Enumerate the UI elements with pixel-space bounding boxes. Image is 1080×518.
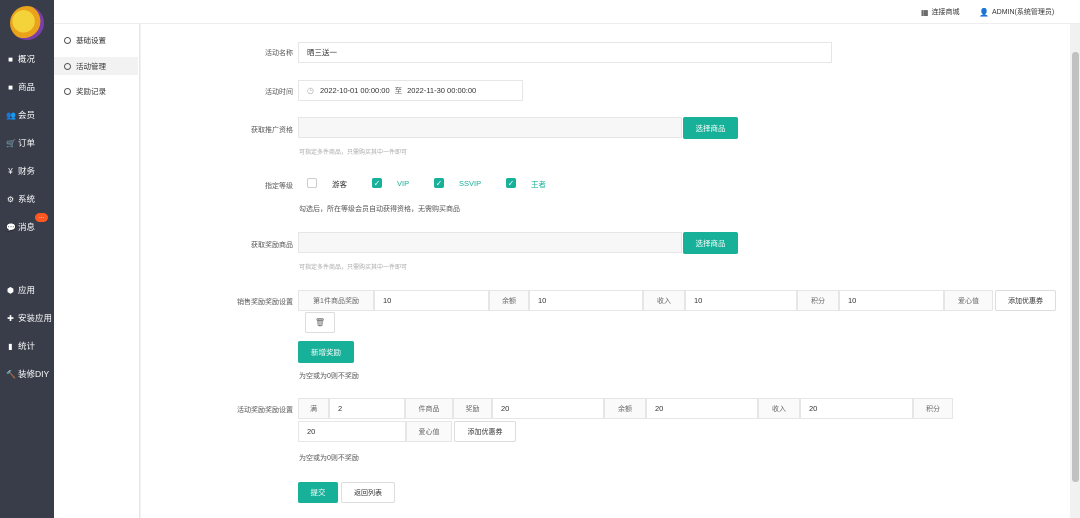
activity-add-coupon-button[interactable]: 添加优惠券 (454, 421, 516, 442)
sales-first-item-addon: 第1件商品奖励 (298, 290, 374, 311)
cubes-icon: ⬢ (7, 285, 14, 295)
level-guest-checkbox[interactable] (307, 178, 317, 188)
activity-income-addon: 收入 (758, 398, 800, 419)
activity-unit-addon: 件商品 (405, 398, 453, 419)
nav-statistics[interactable]: ▮ 统计 (0, 338, 54, 354)
level-note: 勾选后，所在等级会员自动获得资格，无需购买商品 (299, 206, 460, 213)
activity-full-addon: 满 (298, 398, 329, 419)
square-icon: ■ (8, 54, 13, 64)
sales-add-coupon-button[interactable]: 添加优惠券 (995, 290, 1056, 311)
grid-icon: ▦ (921, 7, 929, 17)
square-icon: ■ (8, 82, 13, 92)
users-icon: 👥 (6, 110, 16, 120)
nav-system[interactable]: ⚙ 系统 (0, 191, 54, 207)
reward-goods-label: 获取奖励商品 (251, 242, 293, 249)
gears-icon: ⚙ (6, 194, 15, 204)
sales-points-input[interactable]: 10 (839, 290, 944, 311)
sales-love-addon: 爱心值 (944, 290, 993, 311)
yen-icon: ¥ (8, 166, 13, 176)
subnav-activity-management[interactable]: 活动管理 (54, 57, 138, 75)
activity-love-input[interactable]: 20 (298, 421, 406, 442)
puzzle-icon: ✚ (7, 313, 14, 323)
sales-points-addon: 积分 (797, 290, 839, 311)
reward-goods-input[interactable] (298, 232, 682, 253)
bar-chart-icon: ▮ (8, 341, 13, 351)
subnav-reward-records[interactable]: 奖励记录 (54, 82, 138, 100)
message-badge: ... (35, 213, 48, 222)
sub-sidebar: 基础设置 活动管理 奖励记录 (54, 24, 140, 518)
user-icon: 👤 (979, 7, 989, 17)
clock-icon: ◷ (307, 86, 314, 95)
activity-name-input[interactable]: 晒三送一 (298, 42, 832, 63)
nav-diy[interactable]: 🔨 装修DIY (0, 366, 54, 382)
circle-icon (64, 62, 71, 70)
activity-balance-input[interactable]: 20 (492, 398, 604, 419)
level-ssvip-checkbox[interactable]: ✓ (434, 178, 444, 188)
message-icon: 💬 (6, 222, 16, 232)
activity-count-input[interactable]: 2 (329, 398, 405, 419)
activity-reward-label: 活动奖励奖励设置 (237, 407, 293, 414)
user-menu[interactable]: 👤 ADMIN(系统管理员) (979, 7, 1054, 17)
add-reward-button[interactable]: 新增奖励 (298, 341, 354, 363)
scrollbar-thumb[interactable] (1072, 52, 1079, 482)
qualify-select-goods-button[interactable]: 选择商品 (683, 117, 738, 139)
logo[interactable] (10, 6, 44, 40)
nav-messages[interactable]: 💬 消息 (0, 219, 54, 235)
left-sidebar: ■ 概况 ■ 商品 👥 会员 🛒 订单 ¥ 财务 ⚙ 系统 💬 消息 ... ⬢ 应用 ✚ 安装应… (0, 0, 54, 518)
level-label: 指定等级 (265, 183, 293, 190)
activity-points-input[interactable]: 20 (800, 398, 913, 419)
activity-name-label: 活动名称 (265, 50, 293, 57)
sales-delete-button[interactable]: 🗑 (305, 312, 335, 333)
level-vip-label: VIP (397, 179, 410, 188)
activity-balance-addon: 余额 (604, 398, 646, 419)
level-vip-checkbox[interactable]: ✓ (372, 178, 382, 188)
sales-reward-label: 销售奖励奖励设置 (237, 299, 293, 306)
nav-members[interactable]: 👥 会员 (0, 107, 54, 123)
subnav-basic-settings[interactable]: 基础设置 (54, 31, 138, 49)
hammer-icon: 🔨 (6, 369, 16, 379)
circle-icon (64, 87, 71, 95)
store-link[interactable]: ▦ 连接商城 (921, 7, 960, 17)
activity-points-addon: 积分 (913, 398, 953, 419)
nav-finance[interactable]: ¥ 财务 (0, 163, 54, 179)
reward-select-goods-button[interactable]: 选择商品 (683, 232, 738, 254)
sales-income-input[interactable]: 10 (685, 290, 797, 311)
nav-orders[interactable]: 🛒 订单 (0, 135, 54, 151)
activity-time-label: 活动时间 (265, 89, 293, 96)
level-king-checkbox[interactable]: ✓ (506, 178, 516, 188)
sales-balance-addon: 余额 (489, 290, 529, 311)
sales-reward-note: 为空或为0则不奖励 (299, 373, 359, 380)
submit-button[interactable]: 提交 (298, 482, 338, 503)
back-to-list-button[interactable]: 返回列表 (341, 482, 395, 503)
activity-time-input[interactable]: ◷ 2022-10-01 00:00:00 至 2022-11-30 00:00… (298, 80, 523, 101)
sales-income-addon: 收入 (643, 290, 685, 311)
nav-apps[interactable]: ⬢ 应用 (0, 282, 54, 298)
cart-icon: 🛒 (6, 138, 16, 148)
level-guest-label: 游客 (332, 180, 347, 189)
activity-income-input[interactable]: 20 (646, 398, 758, 419)
nav-overview[interactable]: ■ 概况 (0, 51, 54, 67)
activity-reward-addon: 奖励 (453, 398, 492, 419)
qualify-goods-hint: 可指定多件商品，只需购买其中一件即可 (299, 150, 408, 156)
activity-love-addon: 爱心值 (406, 421, 452, 442)
main-content (141, 24, 1070, 518)
nav-goods[interactable]: ■ 商品 (0, 79, 54, 95)
sales-first-item-input[interactable]: 10 (374, 290, 489, 311)
reward-goods-hint: 可指定多件商品，只需购买其中一件即可 (299, 265, 408, 271)
qualify-goods-input[interactable] (298, 117, 682, 138)
trash-icon: 🗑 (314, 318, 326, 327)
level-ssvip-label: SSVIP (459, 179, 482, 188)
sales-balance-input[interactable]: 10 (529, 290, 643, 311)
qualify-goods-label: 获取推广资格 (251, 127, 293, 134)
top-bar: ▦ 连接商城 👤 ADMIN(系统管理员) (54, 0, 1080, 24)
circle-icon (64, 36, 71, 44)
activity-reward-note: 为空或为0则不奖励 (299, 455, 359, 462)
level-king-label: 王者 (531, 180, 546, 189)
nav-install-apps[interactable]: ✚ 安装应用 (0, 310, 54, 326)
